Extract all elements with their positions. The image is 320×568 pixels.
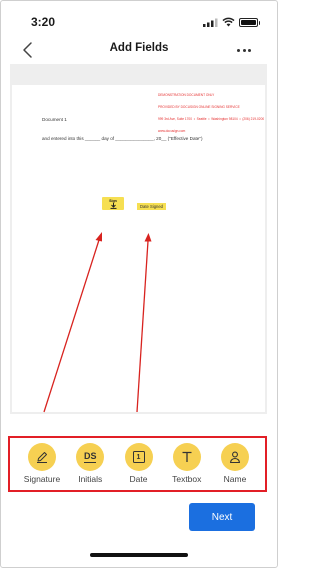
name-tool[interactable]: Name [215,438,255,490]
signature-field[interactable]: Sign [102,197,124,210]
date-tool-circle: 1 [124,443,153,471]
initials-tool-circle: DS [76,443,105,471]
signature-tool[interactable]: Signature [22,438,62,490]
home-indicator [90,553,188,557]
field-toolbar: Signature DS Initials 1 Date Textbox Nam… [8,436,267,492]
more-dot-icon [242,48,246,52]
date-signed-field[interactable]: Date Signed [137,203,166,210]
wifi-icon [222,17,235,27]
document-page[interactable]: DEMONSTRATION DOCUMENT ONLY PROVIDED BY … [12,85,265,412]
document-heading: Document 1 [42,117,67,122]
name-tool-label: Name [223,474,247,484]
textbox-tool-circle [172,443,201,471]
more-dot-icon [237,48,240,52]
more-options-button[interactable] [234,42,254,58]
battery-icon [239,17,260,27]
initials-tool-label: Initials [78,474,103,484]
status-time: 3:20 [31,15,56,29]
status-icons [203,17,260,27]
document-viewport[interactable]: DEMONSTRATION DOCUMENT ONLY PROVIDED BY … [10,64,267,414]
status-bar: 3:20 [0,0,278,38]
calendar-icon: 1 [132,451,145,463]
watermark-line: 999 3rd Ave, Suite 1700 • Seattle • Wash… [158,117,265,121]
person-icon [229,451,241,464]
name-tool-circle [221,443,249,471]
cellular-signal-icon [203,18,218,27]
demo-watermark: DEMONSTRATION DOCUMENT ONLY PROVIDED BY … [158,85,264,141]
watermark-line: PROVIDED BY DOCUSIGN ONLINE SIGNING SERV… [158,105,240,109]
signature-tool-circle [28,443,56,471]
watermark-line: DEMONSTRATION DOCUMENT ONLY [158,93,215,97]
watermark-line: www.docusign.com [158,129,186,133]
signature-tool-label: Signature [23,474,61,484]
textbox-tool-label: Textbox [172,474,202,484]
next-button[interactable]: Next [189,503,255,531]
initials-ds-icon: DS [83,450,97,463]
more-dot-icon [248,48,251,52]
nav-bar: Add Fields [0,38,278,62]
pen-icon [37,452,47,463]
date-tool-label: Date [129,474,148,484]
download-arrow-icon [110,202,116,209]
text-t-icon [182,451,192,462]
textbox-tool[interactable]: Textbox [167,438,207,490]
document-body-line: and entered into this ______ day of ____… [42,136,203,141]
initials-tool[interactable]: DS Initials [70,438,110,490]
date-tool[interactable]: 1 Date [119,438,159,490]
